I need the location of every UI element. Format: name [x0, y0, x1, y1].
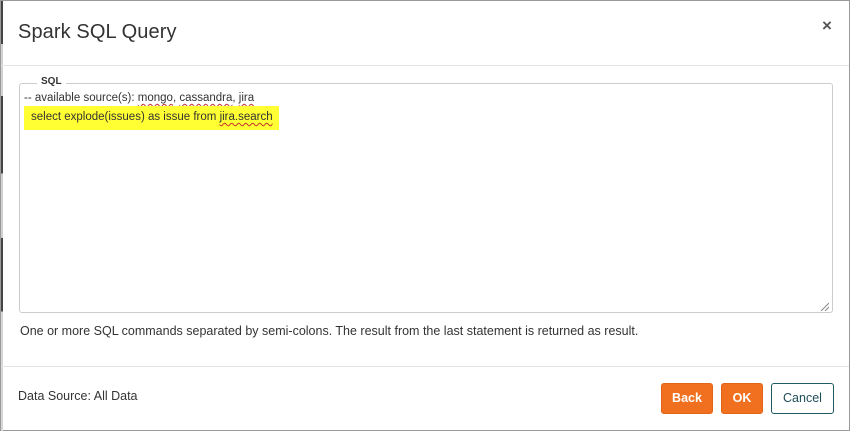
statement-prefix: select explode(issues) as issue from [31, 111, 220, 123]
ok-button[interactable]: OK [721, 383, 763, 414]
comment-prefix: -- available source(s): [24, 92, 138, 104]
sql-legend: SQL [37, 76, 66, 87]
footer-divider [1, 366, 849, 367]
spark-sql-dialog: Spark SQL Query × SQL -- available sourc… [0, 0, 850, 431]
sql-statement-line[interactable]: select explode(issues) as issue from jir… [24, 106, 279, 130]
back-button[interactable]: Back [661, 383, 713, 414]
cancel-button[interactable]: Cancel [771, 383, 834, 414]
source-cassandra: cassandra [179, 92, 233, 104]
close-icon[interactable]: × [819, 16, 835, 36]
resize-grip-icon[interactable] [819, 301, 829, 311]
sql-help-text: One or more SQL commands separated by se… [20, 324, 639, 338]
sql-comment-line[interactable]: -- available source(s): mongo, cassandra… [24, 92, 254, 104]
data-source-label: Data Source: All Data [18, 389, 138, 403]
source-jira: jira [238, 92, 255, 104]
dialog-title: Spark SQL Query [18, 21, 177, 43]
dialog-header: Spark SQL Query × [1, 1, 849, 66]
source-mongo: mongo [137, 92, 173, 104]
table-name: jira.search [219, 111, 273, 123]
